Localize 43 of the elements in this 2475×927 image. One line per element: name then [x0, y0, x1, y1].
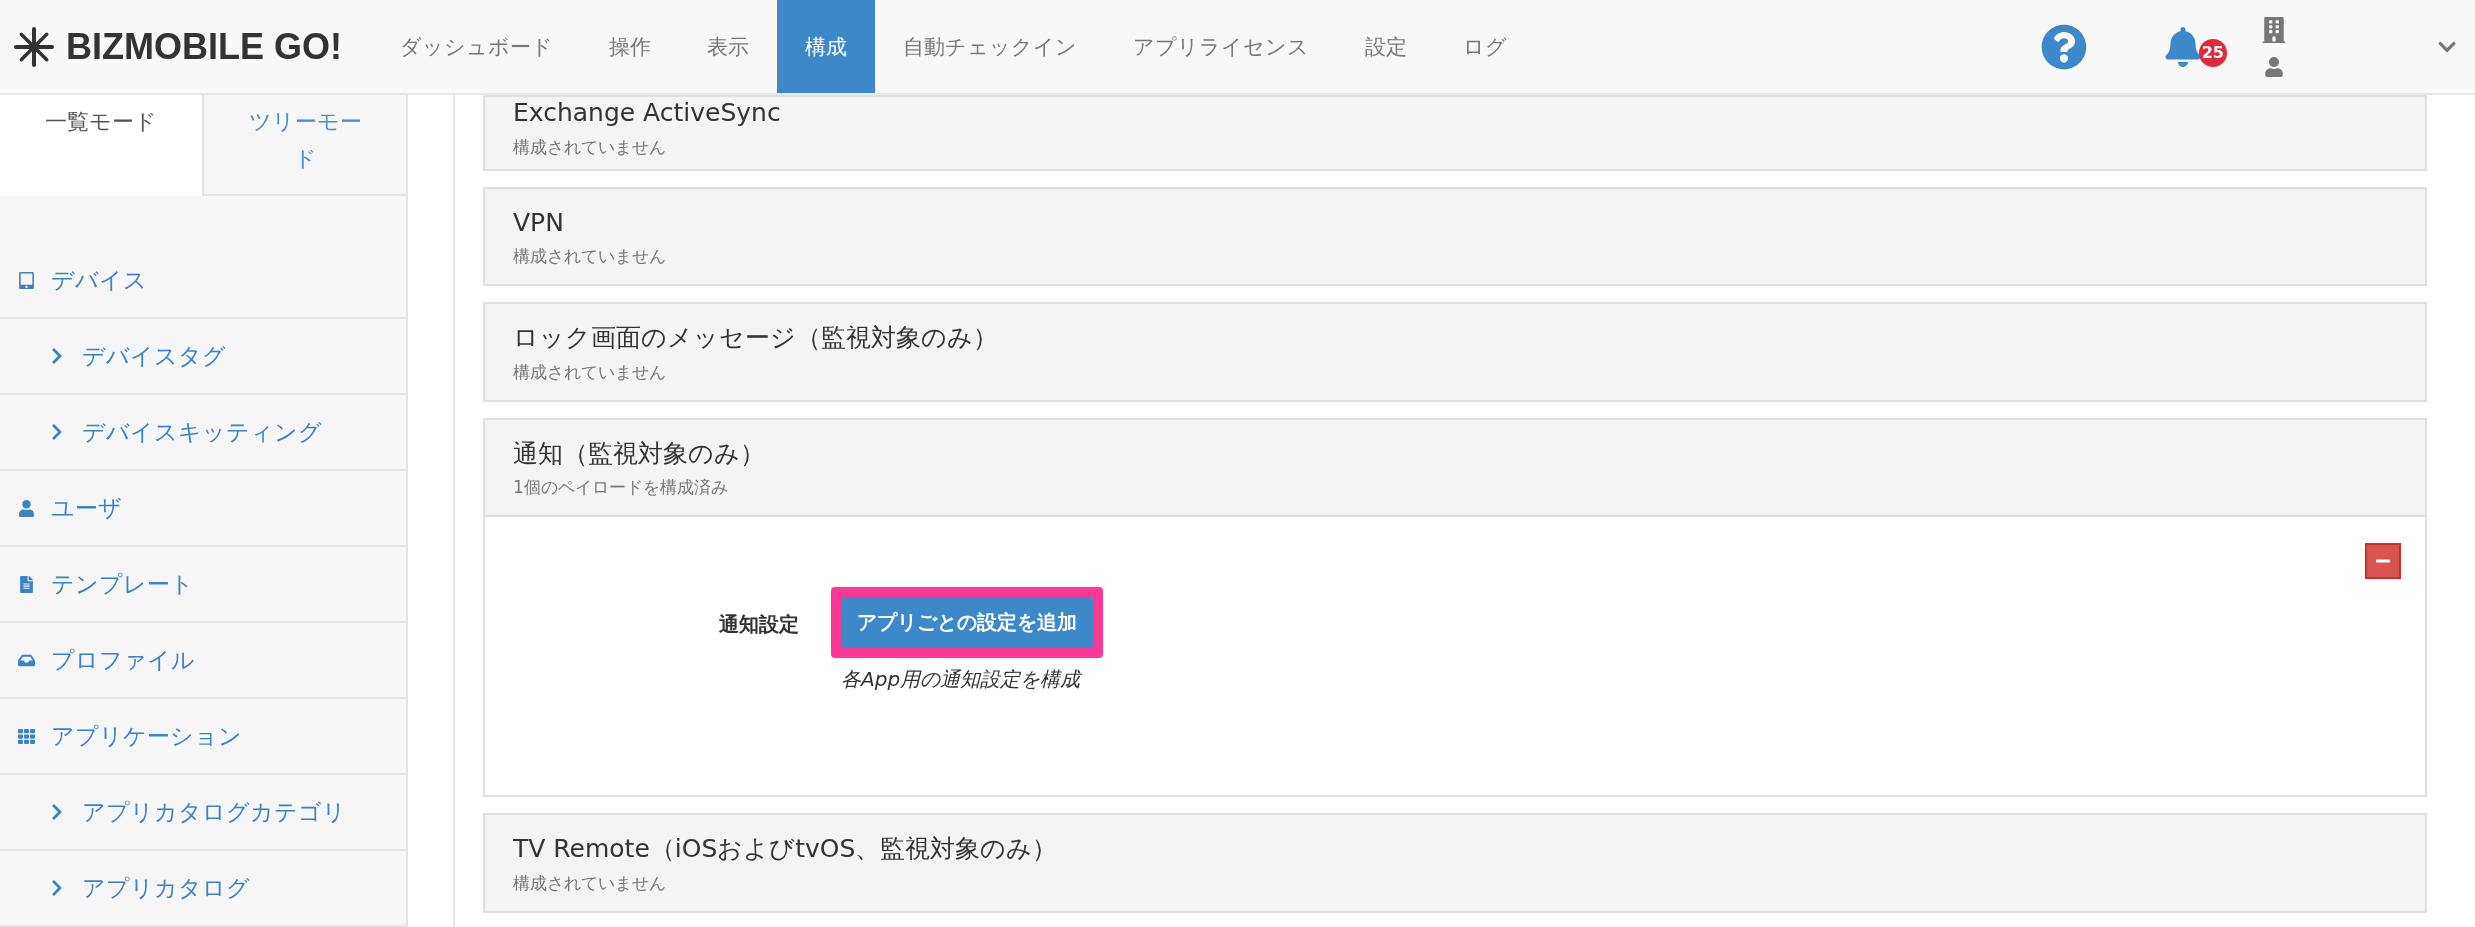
nav-tab[interactable]: アプリライセンス: [1105, 0, 1337, 93]
user-icon[interactable]: [2264, 56, 2284, 77]
logo-icon: [14, 26, 54, 67]
field-label: 通知設定: [718, 611, 799, 638]
panel-title[interactable]: 通知（監視対象のみ）: [513, 437, 2397, 470]
panel-status: 構成されていません: [513, 871, 667, 895]
panel-title[interactable]: TV Remote（iOSおよびtvOS、監視対象のみ）: [513, 833, 2397, 866]
sidebar-item[interactable]: テンプレート: [0, 547, 406, 623]
panel-status: 1個のペイロードを構成済み: [513, 476, 729, 499]
sidebar-item[interactable]: デバイスキッティング: [0, 395, 406, 471]
nav-tab[interactable]: ダッシュボード: [372, 0, 581, 93]
panel-title[interactable]: ロック画面のメッセージ（監視対象のみ）: [513, 322, 2397, 355]
add-setting-button[interactable]: アプリごとの設定を追加: [831, 587, 1103, 658]
sidebar-item[interactable]: プロファイル: [0, 623, 406, 699]
help-button[interactable]: [2041, 23, 2087, 70]
grid-icon: [18, 727, 35, 745]
mode-tab[interactable]: ツリーモード: [202, 95, 406, 196]
user-icon: [18, 499, 35, 517]
sidebar-item[interactable]: ユーザ: [0, 471, 406, 547]
nav-tab[interactable]: 設定: [1337, 0, 1435, 93]
mode-tab[interactable]: 一覧モード: [0, 95, 202, 196]
panel-status: 構成されていません: [513, 360, 667, 384]
help-text: 各App用の通知設定を構成: [840, 666, 1083, 693]
nav-tab[interactable]: ログ: [1435, 0, 1535, 93]
panel-status: 構成されていません: [513, 245, 667, 268]
panel-status: 構成されていません: [513, 135, 667, 159]
sidebar-item[interactable]: デバイスタグ: [0, 319, 406, 395]
building-icon: [2261, 16, 2287, 43]
sidebar-item[interactable]: アプリケーション: [0, 699, 406, 775]
nav-tab[interactable]: 構成: [777, 0, 875, 93]
sidebar-item[interactable]: アプリカタログ: [0, 851, 406, 927]
tablet-icon: [18, 271, 35, 289]
sidebar-item[interactable]: アプリカタログカテゴリ: [0, 775, 406, 851]
nav-tab[interactable]: 表示: [679, 0, 777, 93]
nav-tab[interactable]: 自動チェックイン: [875, 0, 1105, 93]
panel-title[interactable]: Exchange ActiveSync: [513, 97, 2397, 130]
app-logo[interactable]: BIZMOBILE GO!: [66, 25, 342, 68]
remove-button[interactable]: [2365, 543, 2401, 579]
nav-tab[interactable]: 操作: [581, 0, 679, 93]
notification-count: 25: [2198, 38, 2227, 67]
sidebar-item[interactable]: デバイス: [0, 243, 406, 319]
panel-title[interactable]: VPN: [513, 206, 2397, 239]
document-icon: [18, 575, 35, 593]
